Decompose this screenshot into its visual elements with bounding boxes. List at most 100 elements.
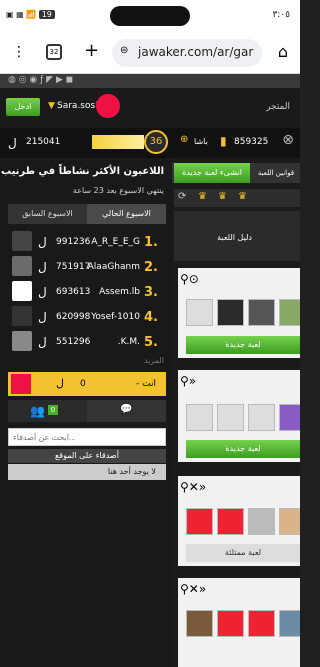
player-avatar[interactable] xyxy=(186,508,213,535)
coin-icon: ل xyxy=(38,235,47,249)
play-icon: ⚲✕» xyxy=(180,480,207,494)
leaderboard-panel: اللاعبون الأكثر نشاطاً في طرنيب ينتهي ال… xyxy=(0,158,172,667)
player-score: 751917 xyxy=(56,262,91,272)
rank: 5. xyxy=(144,335,158,350)
game-card[interactable]: ⚲» لعبة جديدة xyxy=(178,370,300,462)
my-avatar xyxy=(11,374,31,394)
settings-icon[interactable]: ⊗ xyxy=(282,132,294,148)
tab-current-week[interactable]: الاسبوع الحالي xyxy=(87,204,166,224)
menu-icon[interactable]: ⋮ xyxy=(12,44,26,60)
join-game-button[interactable]: لعبة جديدة xyxy=(186,336,300,354)
avatar[interactable] xyxy=(12,306,32,326)
tab-friends[interactable]: 👥 0 xyxy=(8,400,87,422)
player-avatar[interactable] xyxy=(279,299,300,326)
social-bar: ◍ ◎ ◉ ƒ ◤ ▶ ◼ xyxy=(0,74,300,88)
filter-icon[interactable]: ♛ xyxy=(218,191,227,202)
player-avatar[interactable] xyxy=(279,508,300,535)
friends-icon: 👥 xyxy=(30,404,45,418)
leaderboard-row[interactable]: 2. AlaaGhanm ل 751917 xyxy=(8,255,166,279)
filters-row: ⟳ ♛ ♛ ♛ xyxy=(174,189,300,207)
leaderboard-row[interactable]: 4. Yosef-1010 ل 620998 xyxy=(8,305,166,329)
filter-icon[interactable]: ♛ xyxy=(238,191,247,202)
chat-icon: 💬 xyxy=(120,404,133,415)
rank: 2. xyxy=(144,260,158,275)
level-progress-bar xyxy=(92,135,144,149)
tab-chat[interactable]: 💬 xyxy=(87,400,166,422)
address-bar[interactable]: ⊜ jawaker.com/ar/gar xyxy=(112,39,262,67)
player-name[interactable]: A_R_E_E_G xyxy=(91,237,140,247)
username[interactable]: Sara.sos1 xyxy=(57,101,101,111)
friend-search-input[interactable] xyxy=(8,428,166,446)
points-value: 859325 xyxy=(234,137,269,147)
new-tab-icon[interactable]: + xyxy=(84,40,99,61)
site-info-icon[interactable]: ⊜ xyxy=(120,45,128,56)
empty-seat[interactable] xyxy=(217,404,244,431)
login-button[interactable]: ادخل xyxy=(6,98,40,116)
player-avatar[interactable] xyxy=(217,610,244,637)
player-avatar[interactable] xyxy=(248,610,275,637)
game-card[interactable]: ⚲✕» لعبة ممتلئة xyxy=(178,476,300,566)
coin-icon: ل xyxy=(38,260,47,274)
plus-icon[interactable]: ⊕ xyxy=(180,134,188,145)
player-score: 991236 xyxy=(56,237,91,247)
player-name[interactable]: Yosef-1010 xyxy=(91,312,140,322)
level-badge: 36 xyxy=(144,130,168,154)
avatar[interactable] xyxy=(12,256,32,276)
dropdown-icon[interactable]: ▼ xyxy=(48,101,55,111)
avatar[interactable] xyxy=(12,231,32,251)
my-score: 0 xyxy=(80,379,86,389)
player-avatar[interactable] xyxy=(248,508,275,535)
right-tabs: انشىء لعبة جديدة قوانين اللعبة xyxy=(172,163,300,183)
more-link[interactable]: المزيد xyxy=(144,356,164,365)
player-score: 551296 xyxy=(56,337,91,347)
player-avatar[interactable] xyxy=(217,508,244,535)
leaderboard-row[interactable]: 5. .K.M. ل 551296 xyxy=(8,330,166,354)
guide-label[interactable]: دليل اللعبة xyxy=(217,233,252,242)
url-text[interactable]: jawaker.com/ar/gar xyxy=(138,45,253,59)
browser-toolbar: ⋮ 32 + ⊜ jawaker.com/ar/gar ⌂ xyxy=(0,32,300,74)
avatar[interactable] xyxy=(12,281,32,301)
coin-icon: ل xyxy=(38,310,47,324)
user-avatar[interactable] xyxy=(96,94,120,118)
plus-label[interactable]: باشا xyxy=(194,137,208,146)
home-icon[interactable]: ⌂ xyxy=(278,42,288,61)
empty-seat[interactable] xyxy=(186,404,213,431)
leaderboard-row[interactable]: 1. A_R_E_E_G ل 991236 xyxy=(8,230,166,254)
store-label[interactable]: المتجر xyxy=(266,102,290,112)
player-avatar[interactable] xyxy=(186,610,213,637)
empty-seat[interactable] xyxy=(186,299,213,326)
status-bar: ▣ ▦ 📶 19 ٣:٠٥ xyxy=(0,0,300,32)
dynamic-island xyxy=(110,6,190,26)
player-avatar[interactable] xyxy=(217,299,244,326)
join-game-button[interactable]: لعبة جديدة xyxy=(186,440,300,458)
player-name[interactable]: .K.M. xyxy=(118,337,140,347)
refresh-icon[interactable]: ⟳ xyxy=(178,191,186,202)
empty-friends-text: لا يوجد أحد هنا xyxy=(8,464,166,480)
leaderboard-title: اللاعبون الأكثر نشاطاً في طرنيب xyxy=(1,166,164,177)
create-game-button[interactable]: انشىء لعبة جديدة xyxy=(174,163,250,183)
empty-seat[interactable] xyxy=(248,404,275,431)
user-bar: ادخل ▼ Sara.sos1 المتجر xyxy=(0,88,300,128)
player-name[interactable]: AlaaGhanm xyxy=(88,262,140,272)
rank: 1. xyxy=(144,235,158,250)
friends-count: 0 xyxy=(48,405,58,415)
player-avatar[interactable] xyxy=(279,610,300,637)
game-card[interactable]: ⚲✕» xyxy=(178,578,300,667)
filter-icon[interactable]: ♛ xyxy=(198,191,207,202)
rank: 4. xyxy=(144,310,158,325)
friends-tabs: 👥 0 💬 xyxy=(8,400,166,422)
game-card[interactable]: ⚲⊙ لعبة جديدة xyxy=(178,268,300,358)
player-name[interactable]: Assem.lb xyxy=(99,287,140,297)
my-rank-row: ل 0 - انت xyxy=(8,372,166,396)
player-avatar[interactable] xyxy=(248,299,275,326)
coin-icon: ل xyxy=(56,377,64,390)
leaderboard-row[interactable]: 3. Assem.lb ل 693613 xyxy=(8,280,166,304)
avatar[interactable] xyxy=(12,331,32,351)
tabs-button[interactable]: 32 xyxy=(46,44,62,60)
coins-value: 215041 xyxy=(26,137,61,147)
tab-previous-week[interactable]: الاسبوع السابق xyxy=(8,204,87,224)
rules-tab[interactable]: قوانين اللعبة xyxy=(252,163,300,183)
player-avatar[interactable] xyxy=(279,404,300,431)
play-icon: ⚲✕» xyxy=(180,582,207,596)
social-icons[interactable]: ◍ ◎ ◉ ƒ ◤ ▶ ◼ xyxy=(8,75,73,85)
